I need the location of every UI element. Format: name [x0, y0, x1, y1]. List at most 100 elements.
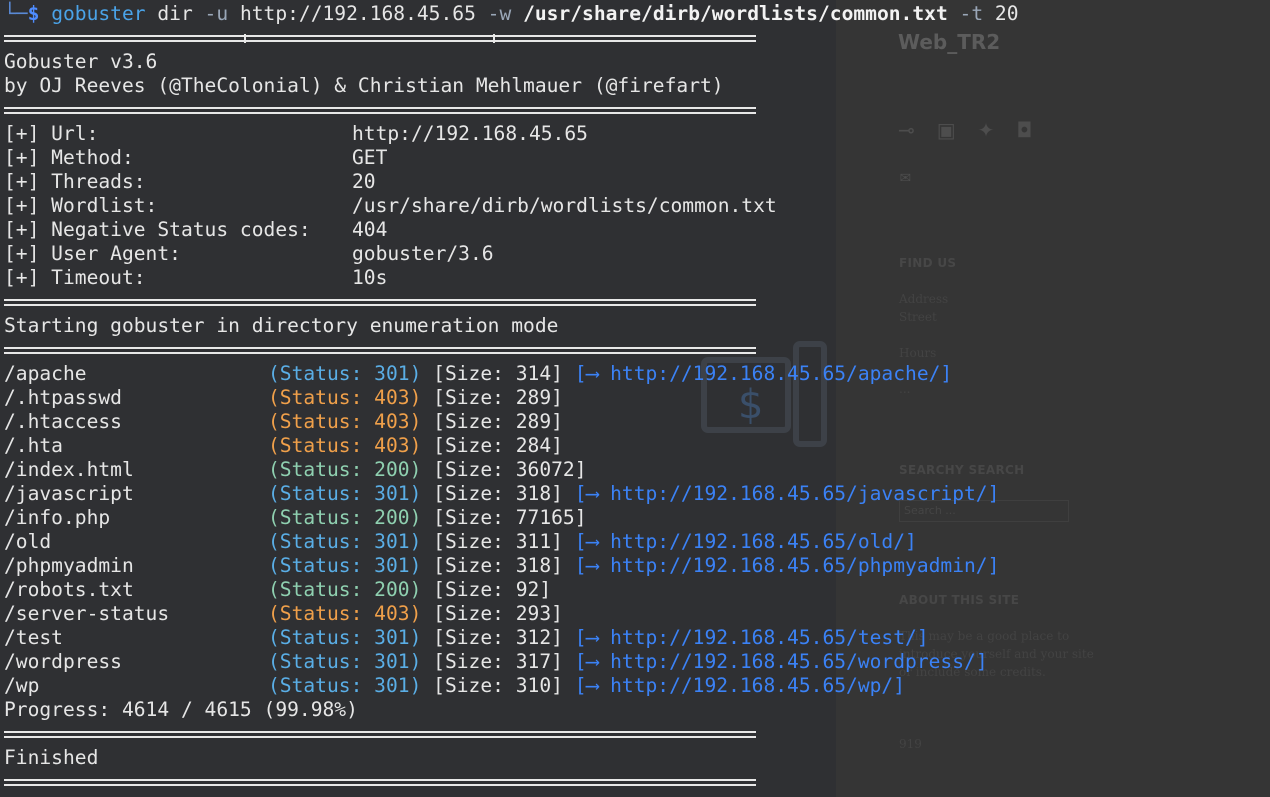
result-path: /.htaccess	[4, 410, 122, 433]
redirect: [⟶ http://192.168.45.65/test/]	[574, 626, 929, 649]
size-label: Size:	[444, 554, 504, 577]
config-value: /usr/share/dirb/wordlists/common.txt	[352, 194, 777, 217]
config-row: [+] Method: GET	[4, 146, 387, 170]
divider-tick	[244, 34, 246, 43]
config-row: [+] Wordlist: /usr/share/dirb/wordlists/c…	[4, 194, 777, 218]
size-label: Size:	[444, 530, 504, 553]
status-code: 403	[374, 386, 410, 409]
size-value: 289	[515, 386, 552, 409]
status-label: Status:	[279, 626, 363, 649]
divider	[4, 107, 756, 114]
config-row: [+] Timeout: 10s	[4, 266, 387, 290]
size-field: [Size: 314]	[433, 362, 563, 385]
result-row: /wordpress (Status: 301) [Size: 317] [⟶ h…	[4, 650, 988, 674]
status-label: Status:	[279, 578, 363, 601]
result-row: /.htaccess (Status: 403) [Size: 289]	[4, 410, 563, 434]
command-subcommand: dir	[157, 2, 193, 25]
status-code: 301	[374, 626, 410, 649]
size-value: 293	[515, 602, 552, 625]
status-code: 301	[374, 674, 410, 697]
redirect-link[interactable]: http://192.168.45.65/apache/	[610, 362, 940, 385]
size-field: [Size: 312]	[433, 626, 563, 649]
status-label: Status:	[279, 458, 363, 481]
config-value: GET	[352, 146, 388, 169]
config-row: [+] Url: http://192.168.45.65	[4, 122, 588, 146]
divider	[4, 347, 756, 354]
result-path: /.htpasswd	[4, 386, 122, 409]
redirect: [⟶ http://192.168.45.65/old/]	[574, 530, 917, 553]
size-field: [Size: 289]	[433, 386, 563, 409]
flag-w: -w	[487, 2, 512, 25]
status-badge: (Status: 403)	[268, 386, 422, 409]
status-label: Status:	[279, 362, 363, 385]
divider-tick	[493, 34, 495, 43]
size-label: Size:	[444, 362, 504, 385]
status-badge: (Status: 301)	[268, 650, 422, 673]
size-label: Size:	[444, 674, 504, 697]
size-label: Size:	[444, 650, 504, 673]
banner-version: Gobuster v3.6	[4, 50, 158, 73]
size-value: 77165	[515, 506, 575, 529]
arrow-right-icon: ⟶	[586, 626, 599, 649]
redirect-link[interactable]: http://192.168.45.65/wordpress/	[610, 650, 976, 673]
status-label: Status:	[279, 386, 363, 409]
result-row: /test (Status: 301) [Size: 312] [⟶ http:/…	[4, 626, 929, 650]
config-key: [+] Url:	[4, 122, 99, 145]
size-value: 92	[515, 578, 540, 601]
config-key: [+] Method:	[4, 146, 134, 169]
size-label: Size:	[444, 626, 504, 649]
size-field: [Size: 36072]	[433, 458, 587, 481]
config-value: 10s	[352, 266, 388, 289]
size-value: 289	[515, 410, 552, 433]
status-badge: (Status: 301)	[268, 482, 422, 505]
command-url: http://192.168.45.65	[239, 2, 476, 25]
size-value: 36072	[515, 458, 575, 481]
size-label: Size:	[444, 434, 504, 457]
status-badge: (Status: 403)	[268, 602, 422, 625]
status-badge: (Status: 200)	[268, 578, 422, 601]
result-path: /apache	[4, 362, 87, 385]
finished-line: Finished	[4, 746, 99, 769]
status-badge: (Status: 301)	[268, 626, 422, 649]
size-label: Size:	[444, 410, 504, 433]
flag-u: -u	[204, 2, 229, 25]
size-value: 284	[515, 434, 552, 457]
redirect-link[interactable]: http://192.168.45.65/phpmyadmin/	[610, 554, 988, 577]
arrow-right-icon: ⟶	[586, 482, 599, 505]
status-badge: (Status: 301)	[268, 530, 422, 553]
divider	[4, 34, 756, 43]
size-label: Size:	[444, 482, 504, 505]
terminal[interactable]: └─$ gobuster dir -u http://192.168.45.65…	[0, 0, 1270, 797]
result-row: /apache (Status: 301) [Size: 314] [⟶ http…	[4, 362, 952, 386]
status-code: 301	[374, 650, 410, 673]
config-value: http://192.168.45.65	[352, 122, 588, 145]
result-path: /info.php	[4, 506, 111, 529]
redirect-link[interactable]: http://192.168.45.65/old/	[610, 530, 905, 553]
config-key: [+] Threads:	[4, 170, 146, 193]
config-value: 20	[352, 170, 376, 193]
status-code: 200	[374, 506, 410, 529]
result-path: /phpmyadmin	[4, 554, 134, 577]
start-message: Starting gobuster in directory enumerati…	[4, 314, 559, 337]
result-path: /wordpress	[4, 650, 122, 673]
size-label: Size:	[444, 602, 504, 625]
size-field: [Size: 317]	[433, 650, 563, 673]
status-label: Status:	[279, 650, 363, 673]
status-badge: (Status: 200)	[268, 506, 422, 529]
prompt-corner: └─	[4, 2, 28, 25]
prompt-symbol: $	[27, 2, 40, 25]
config-row: [+] User Agent: gobuster/3.6	[4, 242, 494, 266]
status-code: 200	[374, 578, 410, 601]
size-field: [Size: 92]	[433, 578, 552, 601]
redirect-link[interactable]: http://192.168.45.65/javascript/	[610, 482, 988, 505]
status-label: Status:	[279, 482, 363, 505]
size-label: Size:	[444, 578, 504, 601]
redirect-link[interactable]: http://192.168.45.65/wp/	[610, 674, 893, 697]
redirect: [⟶ http://192.168.45.65/phpmyadmin/]	[574, 554, 1000, 577]
redirect-link[interactable]: http://192.168.45.65/test/	[610, 626, 917, 649]
status-code: 200	[374, 458, 410, 481]
result-row: /.hta (Status: 403) [Size: 284]	[4, 434, 563, 458]
result-row: /javascript (Status: 301) [Size: 318] [⟶ …	[4, 482, 999, 506]
size-value: 311	[515, 530, 552, 553]
size-field: [Size: 284]	[433, 434, 563, 457]
